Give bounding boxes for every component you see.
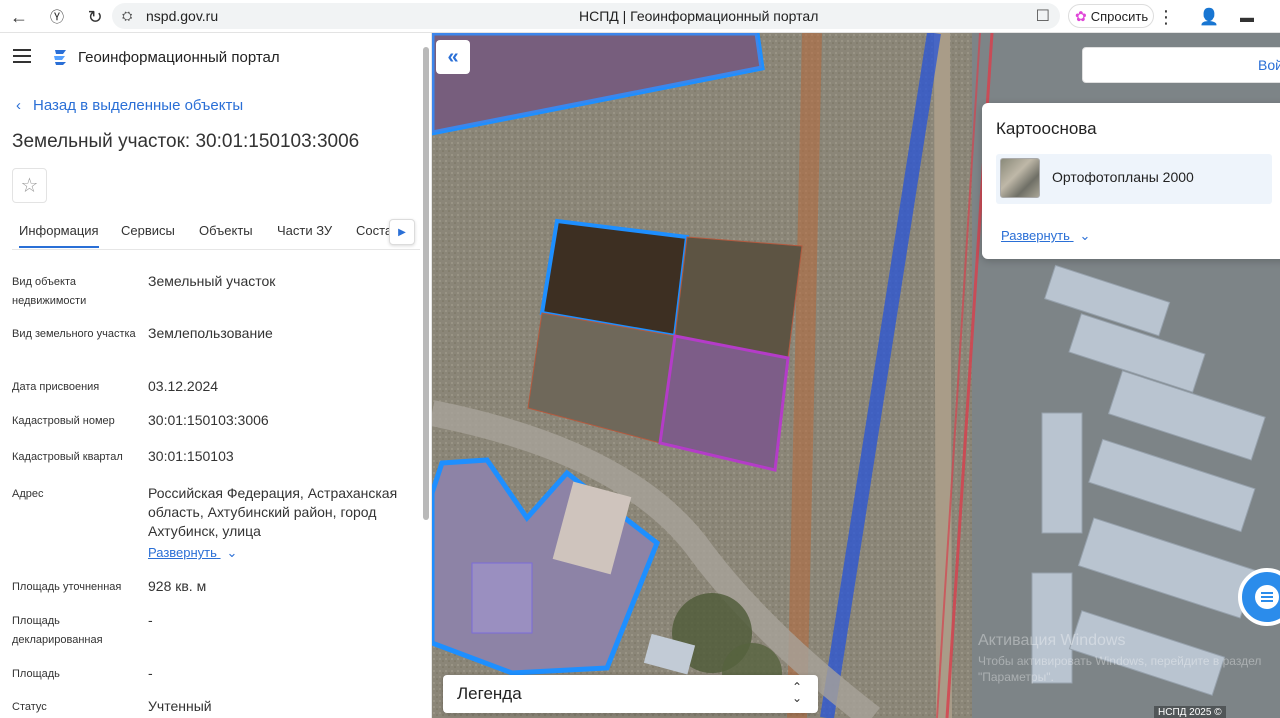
url-text: nspd.gov.ru bbox=[146, 8, 219, 24]
address-value: Российская Федерация, Астраханская облас… bbox=[148, 485, 398, 539]
field-value: - bbox=[148, 612, 153, 628]
field-label: Адрес bbox=[12, 488, 44, 500]
collapse-sidebar-button[interactable]: « bbox=[436, 40, 470, 74]
basemap-panel: Картооснова Ортофотопланы 2000 Развернут… bbox=[982, 103, 1280, 259]
back-arrow-icon[interactable]: ← bbox=[6, 4, 32, 30]
field-value: 03.12.2024 bbox=[148, 378, 219, 394]
basemap-expand-label: Развернуть bbox=[1001, 228, 1070, 243]
field-value: Землепользование bbox=[148, 325, 273, 341]
chevron-right-icon: ▶ bbox=[398, 226, 406, 238]
tabs-scroll-right-button[interactable]: ▶ bbox=[389, 219, 415, 245]
field-value: - bbox=[148, 665, 153, 681]
menu-icon[interactable] bbox=[13, 49, 31, 63]
ai-icon: ✿ bbox=[1075, 7, 1087, 24]
field-value: Земельный участок bbox=[148, 273, 276, 289]
windows-activation-title: Активация Windows bbox=[978, 632, 1126, 649]
sidebar-scrollbar[interactable] bbox=[421, 33, 431, 718]
ask-button[interactable]: ✿ Спросить bbox=[1068, 4, 1154, 28]
basemap-option[interactable]: Ортофотопланы 2000 bbox=[996, 154, 1272, 204]
field-label: Площадь bbox=[12, 668, 60, 680]
expand-link-label: Развернуть bbox=[148, 545, 217, 560]
legend-dropdown[interactable]: Легенда ⌃ ⌄ bbox=[443, 675, 818, 713]
portal-logo-icon bbox=[54, 50, 66, 65]
tab-title: НСПД | Геоинформационный портал bbox=[579, 8, 819, 24]
windows-activation-text: Чтобы активировать Windows, перейдите в … bbox=[978, 654, 1262, 684]
basemap-thumbnail bbox=[1000, 158, 1040, 198]
sidebar: Геоинформационный портал ‹ Назад в выдел… bbox=[0, 33, 432, 718]
tab-services[interactable]: Сервисы bbox=[121, 223, 175, 238]
back-link-label: Назад в выделенные объекты bbox=[33, 97, 244, 114]
tab-information[interactable]: Информация bbox=[19, 223, 99, 248]
field-label: Статус bbox=[12, 701, 47, 713]
chat-icon bbox=[1255, 585, 1279, 609]
browser-toolbar: ← Ⓨ ↻ ⛭ nspd.gov.ru НСПД | Геоинформацио… bbox=[0, 0, 1280, 33]
field-label: Вид земельного участка bbox=[12, 328, 136, 340]
back-link[interactable]: ‹ Назад в выделенные объекты bbox=[16, 97, 243, 114]
reload-icon[interactable]: ↻ bbox=[82, 4, 108, 30]
download-icon[interactable]: ▬ bbox=[1234, 4, 1260, 30]
page-title: Земельный участок: 30:01:150103:3006 bbox=[12, 131, 360, 152]
field-label: Кадастровый номер bbox=[12, 415, 115, 427]
yandex-icon[interactable]: Ⓨ bbox=[44, 4, 70, 30]
double-chevron-left-icon: « bbox=[447, 45, 459, 68]
tab-parts[interactable]: Части ЗУ bbox=[277, 223, 332, 238]
site-info-icon[interactable]: ⛭ bbox=[122, 8, 132, 24]
search-input[interactable]: Вой bbox=[1082, 47, 1280, 83]
chevron-down-icon: ⌄ bbox=[1079, 228, 1091, 243]
chevron-left-icon: ‹ bbox=[16, 97, 21, 114]
field-label: Площадь декларированная bbox=[12, 615, 103, 646]
field-label: Кадастровый квартал bbox=[12, 451, 123, 463]
field-label: Вид объекта недвижимости bbox=[12, 276, 87, 307]
ask-button-label: Спросить bbox=[1090, 8, 1149, 24]
map-view[interactable]: « Вой Картооснова Ортофотопланы 2000 Раз… bbox=[432, 33, 1280, 718]
portal-title: Геоинформационный портал bbox=[78, 49, 280, 66]
tab-bar: Информация Сервисы Объекты Части ЗУ Сост… bbox=[12, 215, 420, 250]
scrollbar-thumb[interactable] bbox=[423, 47, 429, 520]
copyright: НСПД 2025 © bbox=[1154, 706, 1226, 718]
field-value: Учтенный bbox=[148, 698, 212, 714]
tab-composition[interactable]: Соста bbox=[356, 223, 392, 238]
favorite-button[interactable]: ☆ bbox=[12, 168, 47, 203]
field-value: 928 кв. м bbox=[148, 578, 207, 594]
tab-objects[interactable]: Объекты bbox=[199, 223, 253, 238]
field-value: 30:01:150103 bbox=[148, 448, 234, 464]
legend-label: Легенда bbox=[457, 684, 522, 703]
star-icon: ☆ bbox=[20, 175, 39, 197]
chevron-down-icon: ⌄ bbox=[226, 545, 238, 560]
basemap-option-label: Ортофотопланы 2000 bbox=[1052, 169, 1194, 185]
login-button[interactable]: Вой bbox=[1258, 57, 1280, 73]
expand-address-link[interactable]: Развернуть ⌄ bbox=[148, 545, 237, 561]
field-label: Дата присвоения bbox=[12, 381, 100, 393]
field-label: Площадь уточненная bbox=[12, 581, 122, 593]
basemap-expand-link[interactable]: Развернуть ⌄ bbox=[1001, 228, 1090, 244]
expand-collapse-icon: ⌃ ⌄ bbox=[791, 680, 802, 705]
bookmark-icon[interactable]: ☐ bbox=[1036, 6, 1050, 26]
basemap-title: Картооснова bbox=[996, 119, 1097, 138]
field-value: 30:01:150103:3006 bbox=[148, 412, 269, 428]
more-menu-icon[interactable]: ⋮ bbox=[1153, 4, 1179, 30]
address-bar[interactable]: ⛭ nspd.gov.ru НСПД | Геоинформационный п… bbox=[112, 3, 1060, 29]
profile-avatar[interactable]: 👤 bbox=[1196, 4, 1222, 30]
